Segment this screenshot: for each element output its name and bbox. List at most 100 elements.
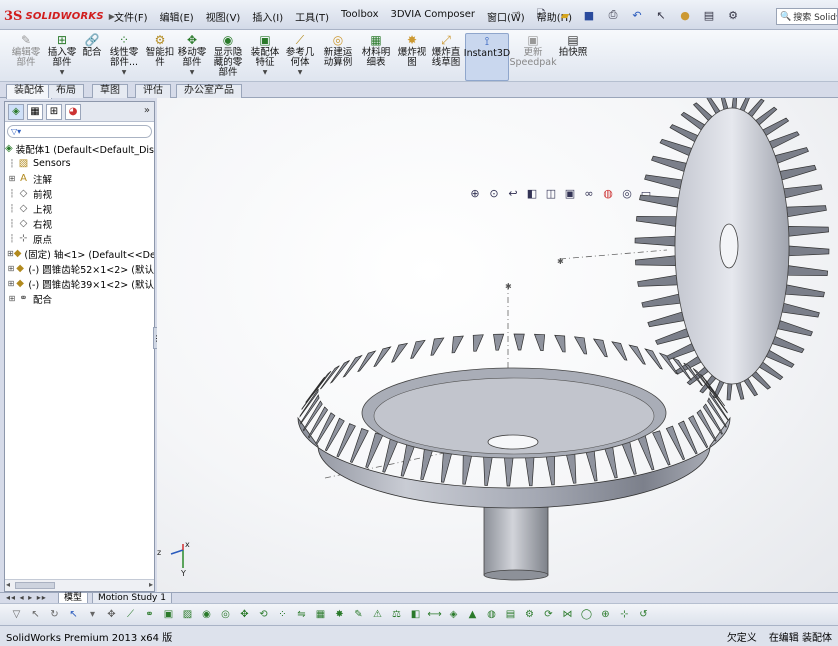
expand-node-icon[interactable]: ⊞ (7, 294, 17, 303)
menu-item[interactable]: 窗口(W) (481, 8, 531, 25)
menu-item[interactable]: 工具(T) (289, 8, 335, 25)
hide-icon[interactable]: ◉ (198, 606, 215, 623)
rebuild-icon[interactable]: ● (674, 6, 696, 24)
command-button[interactable]: ⊞ 插入零 部件 ▼ (46, 33, 78, 81)
command-button[interactable]: ⤢ 爆炸直 线草图 (430, 33, 462, 81)
command-button[interactable]: ✸ 爆炸视图 (397, 33, 427, 81)
menu-item[interactable]: 视图(V) (200, 8, 247, 25)
update-icon[interactable]: ↺ (635, 606, 652, 623)
command-button[interactable]: ⟋ 参考几 何体 ▼ (284, 33, 316, 81)
rotate-icon[interactable]: ⟲ (255, 606, 272, 623)
interference-icon[interactable]: ⚠ (369, 606, 386, 623)
move-icon[interactable]: ✥ (236, 606, 253, 623)
select-dropdown-icon[interactable]: ▾ (84, 606, 101, 623)
menu-item[interactable]: 编辑(E) (154, 8, 200, 25)
dropdown-arrow-icon[interactable]: ▼ (190, 68, 195, 78)
dropdown-arrow-icon[interactable]: ▼ (122, 68, 127, 78)
expand-node-icon[interactable]: ⊞ (7, 174, 17, 183)
command-button[interactable]: ◉ 显示隐 藏的零 部件 (210, 33, 246, 81)
undo-icon[interactable]: ↶ (626, 6, 648, 24)
appearance-icon[interactable]: ◍ (483, 606, 500, 623)
command-button[interactable]: ⚙ 智能扣件 (146, 33, 175, 81)
mirror-icon[interactable]: ⇋ (293, 606, 310, 623)
open-folder-icon[interactable]: ▰ (554, 6, 576, 24)
feature-icon[interactable]: ▲ (464, 606, 481, 623)
solidworks-logo[interactable]: 3S SOLIDWORKS ▶ (4, 6, 115, 26)
scrollbar-thumb[interactable] (15, 582, 55, 589)
toolbox-icon[interactable]: ⚙ (521, 606, 538, 623)
tree-item[interactable]: ⊞ ◆ (-) 圆锥齿轮39×1<2> (默认 (5, 276, 154, 291)
tree-item[interactable]: ◈ 装配体1 (Default<Default_Dis (5, 141, 154, 156)
display-manager-tab-icon[interactable]: ◕ (65, 103, 81, 120)
ref-icon[interactable]: ⊹ (616, 606, 633, 623)
print-icon[interactable]: ⎙ (602, 6, 624, 24)
mate-icon[interactable]: ⚭ (141, 606, 158, 623)
command-button[interactable]: ✥ 移动零 部件 ▼ (176, 33, 208, 81)
command-button[interactable]: ▤ 拍快照 (557, 33, 589, 81)
tree-item[interactable]: ⊞ ◆ (固定) 轴<1> (Default<<De (5, 246, 154, 261)
sketch-icon[interactable]: ✎ (350, 606, 367, 623)
command-button[interactable]: ⟟ Instant3D (464, 33, 510, 81)
expand-panel-icon[interactable]: » (144, 105, 150, 116)
dropdown-arrow-icon[interactable]: ▼ (60, 68, 65, 78)
weld-icon[interactable]: ⋈ (559, 606, 576, 623)
horizontal-scrollbar[interactable]: ◂ ▸ (5, 579, 154, 591)
file-properties-icon[interactable]: ▤ (698, 6, 720, 24)
scroll-left-icon[interactable]: ◂ (6, 580, 10, 589)
command-tab[interactable]: 草图 (92, 84, 128, 98)
tree-item[interactable]: ┆ ⊹ 原点 (5, 231, 154, 246)
command-button[interactable]: 🔗 配合 (80, 33, 104, 81)
dropdown-arrow-icon[interactable]: ▼ (263, 68, 268, 78)
menu-item[interactable]: Toolbox (335, 8, 385, 25)
tab-scroll-arrows-icon[interactable]: ◂◂ ◂ ▸ ▸▸ (6, 593, 47, 602)
command-tab[interactable]: 布局 (48, 84, 84, 98)
pin-icon[interactable]: ⊸ (512, 8, 520, 19)
command-tab[interactable]: 评估 (135, 84, 171, 98)
measure-icon[interactable]: ⟷ (426, 606, 443, 623)
command-button[interactable]: ✎ 编辑零 部件 (8, 33, 44, 81)
command-button[interactable]: ▣ 装配体 特征 ▼ (249, 33, 281, 81)
pan-icon[interactable]: ✥ (103, 606, 120, 623)
show-icon[interactable]: ◎ (217, 606, 234, 623)
command-button[interactable]: ▣ 更新 Speedpak (509, 33, 556, 81)
design-library-icon[interactable]: ▤ (502, 606, 519, 623)
rotate-view-icon[interactable]: ↻ (46, 606, 63, 623)
motion-icon[interactable]: ⟳ (540, 606, 557, 623)
expand-node-icon[interactable]: ⊞ (7, 249, 14, 258)
tree-item[interactable]: ┆ ◇ 上视 (5, 201, 154, 216)
linear-icon[interactable]: ⁘ (274, 606, 291, 623)
tree-item[interactable]: ⊞ A 注解 (5, 171, 154, 186)
assembly-icon[interactable]: ◈ (445, 606, 462, 623)
command-button[interactable]: ⁘ 线性零 部件... ▼ (106, 33, 142, 81)
feature-manager-tab-icon[interactable]: ◈ (8, 103, 24, 120)
pointer-icon[interactable]: ↖ (65, 606, 82, 623)
menu-item[interactable]: 文件(F) (108, 8, 154, 25)
options-icon[interactable]: ⚙ (722, 6, 744, 24)
mass-icon[interactable]: ⚖ (388, 606, 405, 623)
tree-item[interactable]: ┆ ◇ 前视 (5, 186, 154, 201)
dropdown-arrow-icon[interactable]: ▼ (298, 68, 303, 78)
new-document-icon[interactable]: 🗋 (530, 6, 552, 24)
command-button[interactable]: ▦ 材料明 细表 (359, 33, 393, 81)
property-manager-tab-icon[interactable]: ▦ (27, 103, 43, 120)
smart-dimension-icon[interactable]: ⟋ (122, 606, 139, 623)
tree-item[interactable]: ⊞ ◆ (-) 圆锥齿轮52×1<2> (默认 (5, 261, 154, 276)
graphics-viewport[interactable]: ⊕ ⊙ ↩ ◧ ◫ ▣ ∞ ◍ ◎ ▭ ✱ ✱ z Y x (157, 98, 838, 592)
menu-item[interactable]: 插入(I) (246, 8, 289, 25)
command-button[interactable]: ◎ 新建运 动算例 (320, 33, 356, 81)
tree-item[interactable]: ┆ ▧ Sensors (5, 156, 154, 171)
pattern-icon[interactable]: ▦ (312, 606, 329, 623)
tree-item[interactable]: ┆ ◇ 右视 (5, 216, 154, 231)
component-icon[interactable]: ▣ (160, 606, 177, 623)
tree-item[interactable]: ⊞ ⚭ 配合 (5, 291, 154, 306)
configuration-manager-tab-icon[interactable]: ⊞ (46, 103, 62, 120)
tree-filter[interactable]: ▽▾ (7, 125, 152, 138)
save-icon[interactable]: ■ (578, 6, 600, 24)
scroll-right-icon[interactable]: ▸ (149, 580, 153, 589)
hole-icon[interactable]: ◯ (578, 606, 595, 623)
fastener-icon[interactable]: ⊕ (597, 606, 614, 623)
menu-item[interactable]: 3DVIA Composer (385, 8, 481, 25)
explode-icon[interactable]: ✸ (331, 606, 348, 623)
edit-part-icon[interactable]: ▨ (179, 606, 196, 623)
expand-node-icon[interactable]: ⊞ (7, 264, 15, 273)
